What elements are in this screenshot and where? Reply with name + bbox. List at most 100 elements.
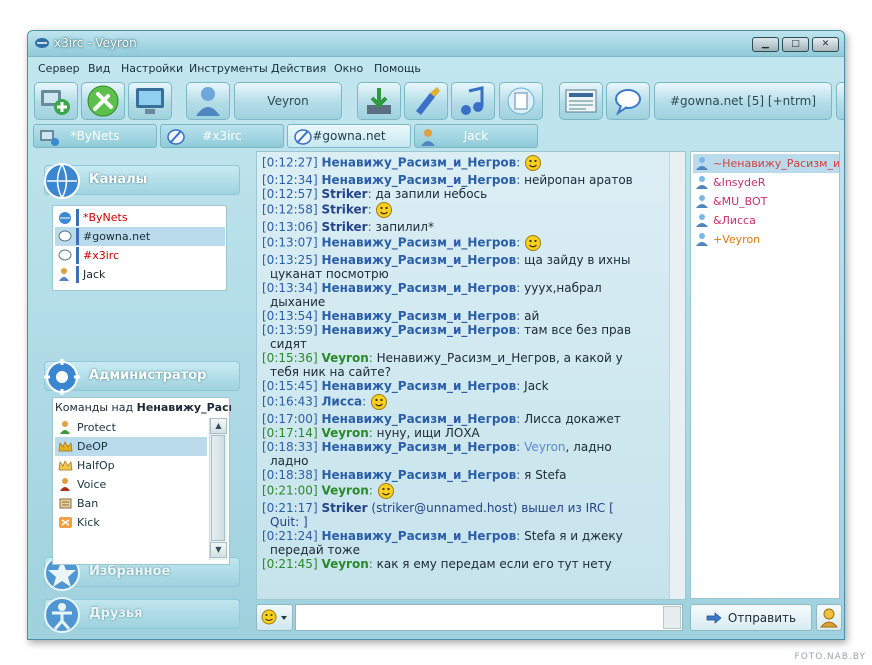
- channel-info-button[interactable]: #gowna.net [5] [+ntrm]: [654, 82, 832, 120]
- user-list-item[interactable]: &MU_BOT: [693, 192, 839, 211]
- tab-gowna-net[interactable]: #gowna.net: [287, 124, 411, 148]
- message-nick: Veyron: [321, 557, 369, 571]
- command-protect[interactable]: Protect: [55, 418, 207, 437]
- message-continuation: тебя ник на сайте?: [270, 365, 392, 379]
- scroll-down-button[interactable]: ▼: [210, 542, 227, 558]
- message-text: я Stefa: [524, 468, 567, 482]
- network-icon: [59, 212, 71, 224]
- menu-actions[interactable]: Действия: [271, 62, 326, 75]
- channel-item-x3irc[interactable]: #x3irc: [55, 246, 225, 265]
- friends-header[interactable]: Друзья: [44, 597, 240, 633]
- message-nick: Striker: [321, 501, 368, 515]
- ban-icon: [59, 498, 72, 509]
- gear-icon: [44, 359, 80, 395]
- message-separator: :: [516, 309, 521, 323]
- chat-message: [0:18:33] Ненавижу_Расизм_и_Негров: Veyr…: [262, 440, 662, 468]
- tools-button[interactable]: [81, 82, 125, 120]
- message-text: как я ему передам если его тут нету: [376, 557, 612, 571]
- message-text: Ненавижу_Расизм_и_Негров, а какой у: [376, 351, 623, 365]
- monitor-button[interactable]: [128, 82, 172, 120]
- command-label: Ban: [77, 497, 99, 510]
- tab-jack[interactable]: Jack: [414, 124, 538, 148]
- command-voice[interactable]: Voice: [55, 475, 207, 494]
- scroll-thumb[interactable]: [211, 435, 225, 541]
- channel-item-bynets[interactable]: *ByNets: [55, 208, 225, 227]
- chat-scrollbar[interactable]: [669, 152, 685, 599]
- message-timestamp: [0:21:24]: [262, 529, 318, 543]
- tab-bar: *ByNets #x3irc #gowna.net Jack: [28, 123, 844, 149]
- channel-item-marker: [76, 209, 79, 226]
- chat-message: [0:13:25] Ненавижу_Расизм_и_Негров: ща з…: [262, 253, 662, 281]
- channel-icon: [58, 249, 72, 261]
- message-separator: :: [516, 253, 521, 267]
- menu-server[interactable]: Сервер: [38, 62, 80, 75]
- chat-message: [0:13:54] Ненавижу_Расизм_и_Негров: ай: [262, 309, 662, 323]
- menu-window[interactable]: Окно: [334, 62, 363, 75]
- message-nick: Veyron: [321, 351, 369, 365]
- channel-item-marker: [76, 266, 79, 283]
- menu-view[interactable]: Вид: [88, 62, 110, 75]
- command-deop[interactable]: DeOP: [55, 437, 207, 456]
- menu-help[interactable]: Помощь: [374, 62, 421, 75]
- user-icon: [696, 176, 708, 189]
- chat-log[interactable]: [0:12:27] Ненавижу_Расизм_и_Негров: [0:1…: [256, 151, 686, 600]
- user-list-label: &MU_BOT: [713, 195, 768, 208]
- nick-button[interactable]: Veyron: [234, 82, 342, 120]
- message-separator: :: [367, 220, 372, 234]
- channel-item-jack[interactable]: Jack: [55, 265, 225, 284]
- chat-message: [0:13:07] Ненавижу_Расизм_и_Негров:: [262, 234, 662, 252]
- command-ban[interactable]: Ban: [55, 494, 207, 513]
- message-input[interactable]: [295, 604, 683, 631]
- smiley-button[interactable]: [256, 604, 293, 631]
- message-text: Jack: [524, 379, 549, 393]
- message-text: там все без прав: [524, 323, 632, 337]
- message-text: Stefa я и джеку: [524, 529, 623, 543]
- channel-item-marker: [76, 228, 79, 245]
- message-timestamp: [0:13:34]: [262, 281, 318, 295]
- message-text: ай: [524, 309, 540, 323]
- user-list-item[interactable]: &Лисса: [693, 211, 839, 230]
- maximize-button[interactable]: □: [782, 37, 809, 52]
- user-button[interactable]: [186, 82, 230, 120]
- brush-button[interactable]: [404, 82, 448, 120]
- message-separator: :: [516, 155, 521, 170]
- input-scrollbar[interactable]: [663, 606, 681, 629]
- toolbar-overflow-button[interactable]: [836, 82, 844, 120]
- command-kick[interactable]: Kick: [55, 513, 207, 532]
- scroll-up-button[interactable]: ▲: [210, 418, 227, 434]
- minimize-button[interactable]: ▁: [752, 37, 779, 52]
- music-button[interactable]: [451, 82, 495, 120]
- command-list-scrollbar[interactable]: ▲ ▼: [209, 418, 227, 560]
- admin-panel: Команды над Ненавижу_Расизм_и_Негров Pro…: [52, 397, 231, 565]
- channels-header[interactable]: Каналы: [44, 163, 240, 199]
- title-bar[interactable]: x3irc - Veyron ▁ □ ✕: [28, 31, 844, 57]
- message-separator: :: [368, 351, 373, 365]
- download-icon: [367, 88, 391, 114]
- menu-tools[interactable]: Инструменты: [189, 62, 268, 75]
- speech-button[interactable]: [606, 82, 650, 120]
- send-button[interactable]: Отправить: [690, 604, 812, 631]
- command-halfop[interactable]: HalfOp: [55, 456, 207, 475]
- user-list-item[interactable]: &InsydeR: [693, 173, 839, 192]
- admin-header[interactable]: Администратор: [44, 359, 240, 395]
- download-button[interactable]: [357, 82, 401, 120]
- user-list-item[interactable]: ~Ненавижу_Расизм_и_Негров: [693, 154, 839, 173]
- news-button[interactable]: [559, 82, 603, 120]
- message-timestamp: [0:18:33]: [262, 440, 318, 454]
- channel-item-gowna-net[interactable]: #gowna.net: [55, 227, 225, 246]
- user-list-item[interactable]: +Veyron: [693, 230, 839, 249]
- menu-settings[interactable]: Настройки: [121, 62, 183, 75]
- nick-label: Veyron: [267, 94, 309, 108]
- user-list-label: ~Ненавижу_Расизм_и_Негров: [713, 157, 839, 170]
- command-label: Kick: [77, 516, 100, 529]
- arrow-right-icon: [706, 611, 722, 624]
- message-nick: Striker: [321, 220, 368, 234]
- app-logo-icon: [35, 38, 49, 48]
- tab-x3irc[interactable]: #x3irc: [160, 124, 284, 148]
- user-info-button[interactable]: [816, 604, 842, 631]
- add-server-button[interactable]: [34, 82, 78, 120]
- close-button[interactable]: ✕: [812, 37, 839, 52]
- document-button[interactable]: [499, 82, 543, 120]
- window-title: x3irc - Veyron: [54, 36, 137, 50]
- tab-bynets[interactable]: *ByNets: [33, 124, 157, 148]
